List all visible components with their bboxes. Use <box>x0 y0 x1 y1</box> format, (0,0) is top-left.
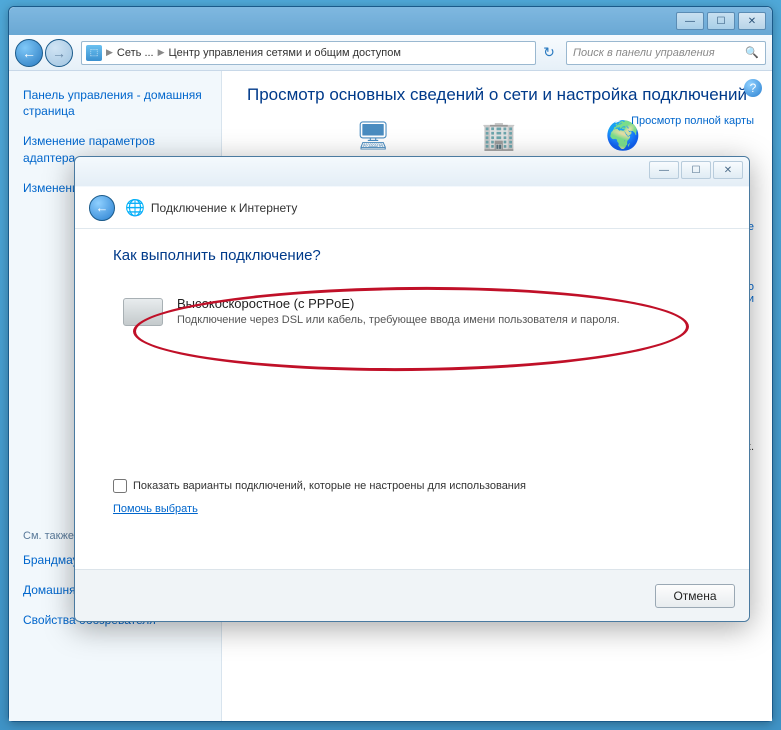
show-unconfigured-checkbox-row[interactable]: Показать варианты подключений, которые н… <box>113 479 711 493</box>
maximize-icon: ☐ <box>692 165 701 176</box>
close-button[interactable]: ✕ <box>738 12 766 30</box>
close-icon: ✕ <box>748 16 756 27</box>
computer-icon: 🖥 <box>353 117 393 153</box>
search-placeholder: Поиск в панели управления <box>573 47 715 59</box>
dialog-question: Как выполнить подключение? <box>113 247 711 264</box>
dialog-titlebar[interactable]: — ☐ ✕ <box>75 157 749 187</box>
dialog-close-button[interactable]: ✕ <box>713 161 743 179</box>
breadcrumb-page[interactable]: Центр управления сетями и общим доступом <box>169 47 401 59</box>
dialog-footer: Отмена <box>75 569 749 621</box>
dialog-header: ← 🌐 Подключение к Интернету <box>75 187 749 229</box>
show-unconfigured-checkbox[interactable] <box>113 479 127 493</box>
dialog-maximize-button[interactable]: ☐ <box>681 161 711 179</box>
modem-icon <box>123 298 163 326</box>
cancel-button[interactable]: Отмена <box>655 584 735 608</box>
dialog-minimize-button[interactable]: — <box>649 161 679 179</box>
arrow-left-icon: ← <box>96 200 109 215</box>
minimize-icon: — <box>685 16 695 27</box>
sidebar-link-home[interactable]: Панель управления - домашняя страница <box>23 87 207 119</box>
checkbox-label: Показать варианты подключений, которые н… <box>133 480 526 492</box>
nav-back-button[interactable]: ← <box>15 39 43 67</box>
dialog-title: Подключение к Интернету <box>151 201 298 215</box>
arrow-right-icon: → <box>52 45 66 61</box>
network-hub-icon: 🏢 <box>479 117 519 153</box>
help-icon: ? <box>750 81 757 95</box>
dialog-back-button[interactable]: ← <box>89 195 115 221</box>
breadcrumb[interactable]: ⬚ ▶ Сеть ... ▶ Центр управления сетями и… <box>81 41 536 65</box>
refresh-icon: ↻ <box>543 44 555 61</box>
maximize-button[interactable]: ☐ <box>707 12 735 30</box>
option-pppoe[interactable]: Высокоскоростное (с PPPoE) Подключение ч… <box>113 288 711 336</box>
dialog-body: Как выполнить подключение? Высокоскорост… <box>75 229 749 569</box>
titlebar[interactable]: — ☐ ✕ <box>9 7 772 35</box>
help-button[interactable]: ? <box>744 79 762 97</box>
maximize-icon: ☐ <box>717 16 726 27</box>
nav-bar: ← → ⬚ ▶ Сеть ... ▶ Центр управления сетя… <box>9 35 772 71</box>
chevron-right-icon: ▶ <box>158 47 165 58</box>
internet-connection-wizard: — ☐ ✕ ← 🌐 Подключение к Интернету Как вы… <box>74 156 750 622</box>
breadcrumb-root[interactable]: Сеть ... <box>117 47 154 59</box>
help-choose-link[interactable]: Помочь выбрать <box>113 503 198 515</box>
page-title: Просмотр основных сведений о сети и наст… <box>240 85 754 105</box>
search-icon: 🔍 <box>745 46 759 59</box>
globe-icon: 🌐 <box>125 198 145 218</box>
search-input[interactable]: Поиск в панели управления 🔍 <box>566 41 766 65</box>
arrow-left-icon: ← <box>22 45 36 61</box>
nav-forward-button[interactable]: → <box>45 39 73 67</box>
refresh-button[interactable]: ↻ <box>538 41 560 65</box>
chevron-right-icon: ▶ <box>106 47 113 58</box>
minimize-icon: — <box>659 165 669 176</box>
option-title: Высокоскоростное (с PPPoE) <box>177 296 620 311</box>
network-icon: ⬚ <box>86 45 102 61</box>
close-icon: ✕ <box>724 165 732 176</box>
view-full-map-link[interactable]: Просмотр полной карты <box>631 115 754 127</box>
minimize-button[interactable]: — <box>676 12 704 30</box>
option-description: Подключение через DSL или кабель, требую… <box>177 313 620 328</box>
